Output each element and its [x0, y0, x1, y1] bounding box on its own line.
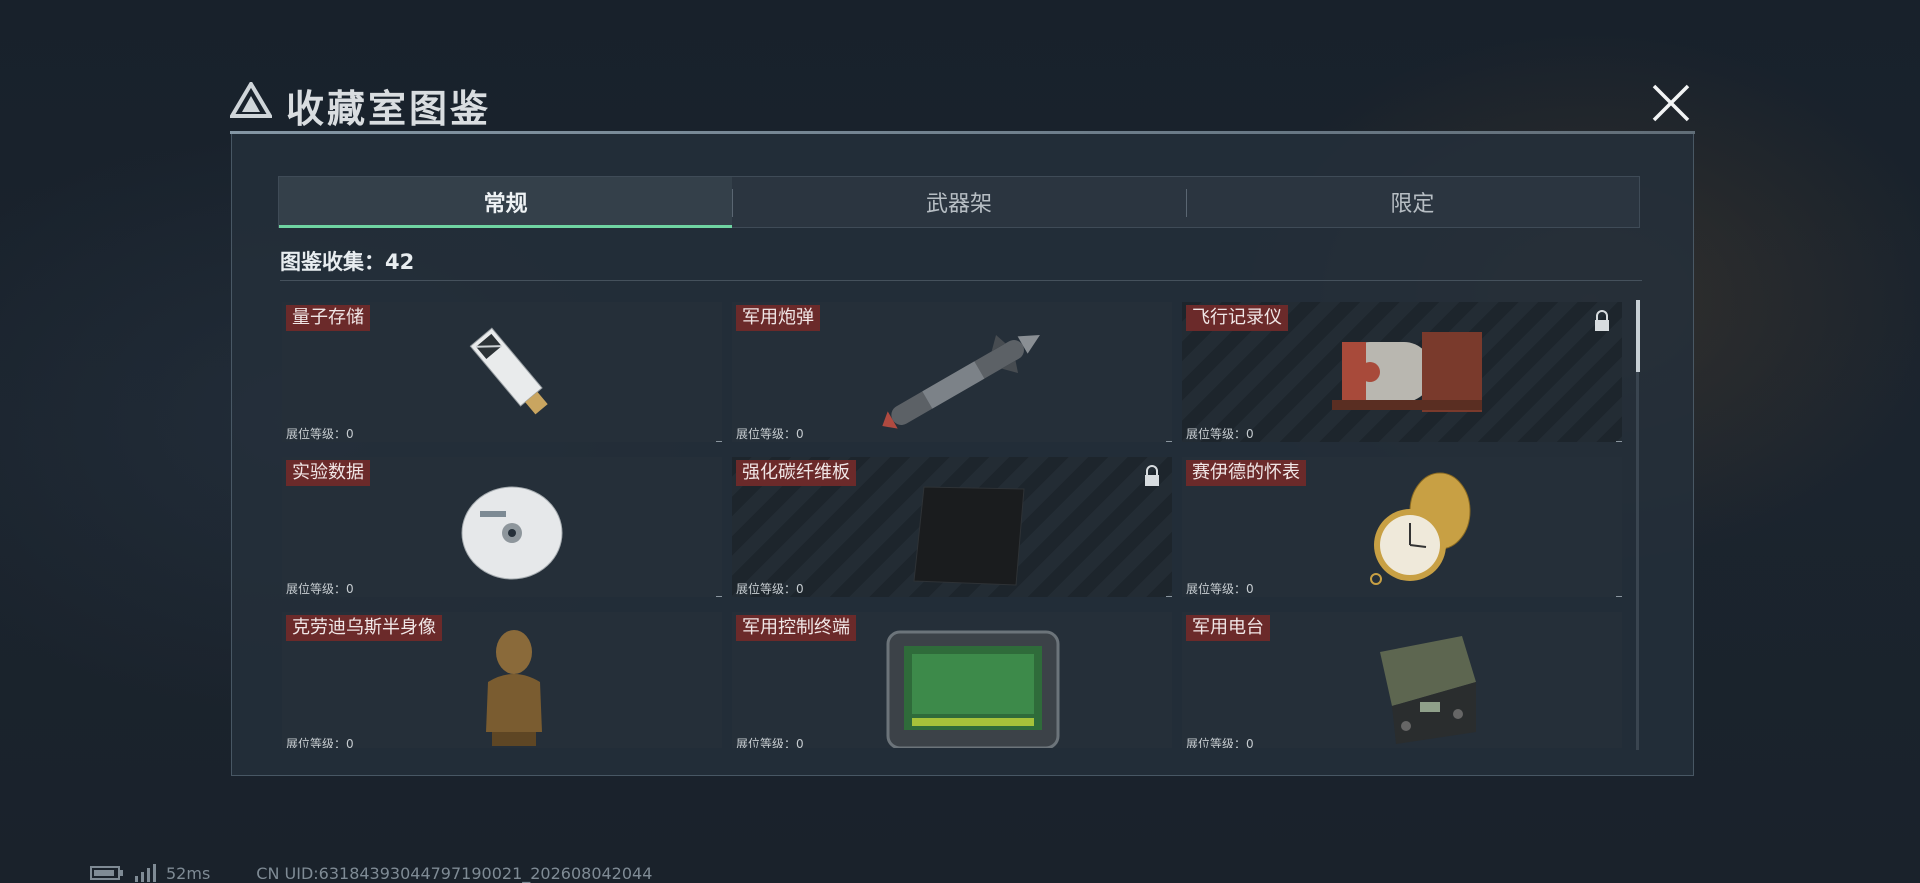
control-terminal-icon	[886, 630, 1060, 748]
collection-card-pocket-watch[interactable]: 赛伊德的怀表 展位等级：0	[1182, 457, 1622, 597]
item-level: 展位等级：0	[736, 737, 804, 748]
collection-card-experiment-data[interactable]: 实验数据 展位等级：0	[282, 457, 722, 597]
triangle-logo-icon	[230, 82, 272, 118]
item-name: 军用电台	[1186, 615, 1270, 641]
item-level: 展位等级：0	[736, 582, 804, 596]
carbon-plate-icon	[913, 486, 1025, 586]
item-level: 展位等级：0	[1186, 737, 1254, 748]
item-name: 军用控制终端	[736, 615, 856, 641]
item-level: 展位等级：0	[736, 427, 804, 441]
item-level: 展位等级：0	[1186, 427, 1254, 441]
ping-label: 52ms	[166, 863, 211, 883]
item-name: 飞行记录仪	[1186, 305, 1288, 331]
military-radio-icon	[1380, 636, 1476, 744]
dialog-header: 收藏室图鉴	[230, 70, 1700, 131]
item-name: 克劳迪乌斯半身像	[286, 615, 442, 641]
card-corner	[1166, 441, 1172, 442]
collection-grid: 量子存储 展位等级：0 军用炮弹 展位等级：0 飞行记录仪 展位等级：0 实验数…	[282, 302, 1622, 748]
tab-regular[interactable]: 常规	[279, 177, 733, 228]
section-divider	[280, 280, 1642, 281]
page-title: 收藏室图鉴	[286, 87, 492, 131]
collection-card-military-radio[interactable]: 军用电台 展位等级：0	[1182, 612, 1622, 748]
uid-label: CN UID:63184393044797190021_202608042044	[256, 863, 653, 883]
item-name: 强化碳纤维板	[736, 460, 856, 486]
collection-count: 图鉴收集：42	[280, 250, 415, 274]
flight-recorder-icon	[1332, 332, 1482, 412]
tab-bar: 常规 武器架 限定	[278, 176, 1640, 228]
scrollbar-thumb[interactable]	[1636, 300, 1640, 372]
card-corner	[1166, 596, 1172, 597]
data-disc-icon	[461, 486, 563, 580]
collection-card-carbon-fiber-plate[interactable]: 强化碳纤维板 展位等级：0	[732, 457, 1172, 597]
collection-card-artillery-shell[interactable]: 军用炮弹 展位等级：0	[732, 302, 1172, 442]
lock-icon	[1595, 310, 1609, 331]
card-corner	[1616, 596, 1622, 597]
item-name: 量子存储	[286, 305, 370, 331]
collection-card-claudius-bust[interactable]: 克劳迪乌斯半身像 展位等级：0	[282, 612, 722, 748]
collection-card-quantum-storage[interactable]: 量子存储 展位等级：0	[282, 302, 722, 442]
card-corner	[1616, 441, 1622, 442]
signal-icon	[135, 864, 156, 882]
item-level: 展位等级：0	[1186, 582, 1254, 596]
tab-limited[interactable]: 限定	[1185, 177, 1639, 227]
lock-icon	[1145, 465, 1159, 486]
collection-card-control-terminal[interactable]: 军用控制终端 展位等级：0	[732, 612, 1172, 748]
item-name: 军用炮弹	[736, 305, 820, 331]
item-name: 实验数据	[286, 460, 370, 486]
item-name: 赛伊德的怀表	[1186, 460, 1306, 486]
battery-icon	[90, 866, 123, 880]
usb-drive-icon	[469, 327, 548, 415]
collection-card-flight-recorder[interactable]: 飞行记录仪 展位等级：0	[1182, 302, 1622, 442]
close-icon[interactable]	[1648, 80, 1694, 126]
card-corner	[716, 441, 722, 442]
artillery-shell-icon	[882, 334, 1040, 429]
item-level: 展位等级：0	[286, 737, 354, 748]
item-level: 展位等级：0	[286, 582, 354, 596]
status-bar: 52ms CN UID:63184393044797190021_2026080…	[90, 863, 652, 883]
card-corner	[716, 596, 722, 597]
tab-weapon-rack[interactable]: 武器架	[732, 177, 1185, 227]
pocket-watch-icon	[1370, 472, 1471, 585]
item-level: 展位等级：0	[286, 427, 354, 441]
